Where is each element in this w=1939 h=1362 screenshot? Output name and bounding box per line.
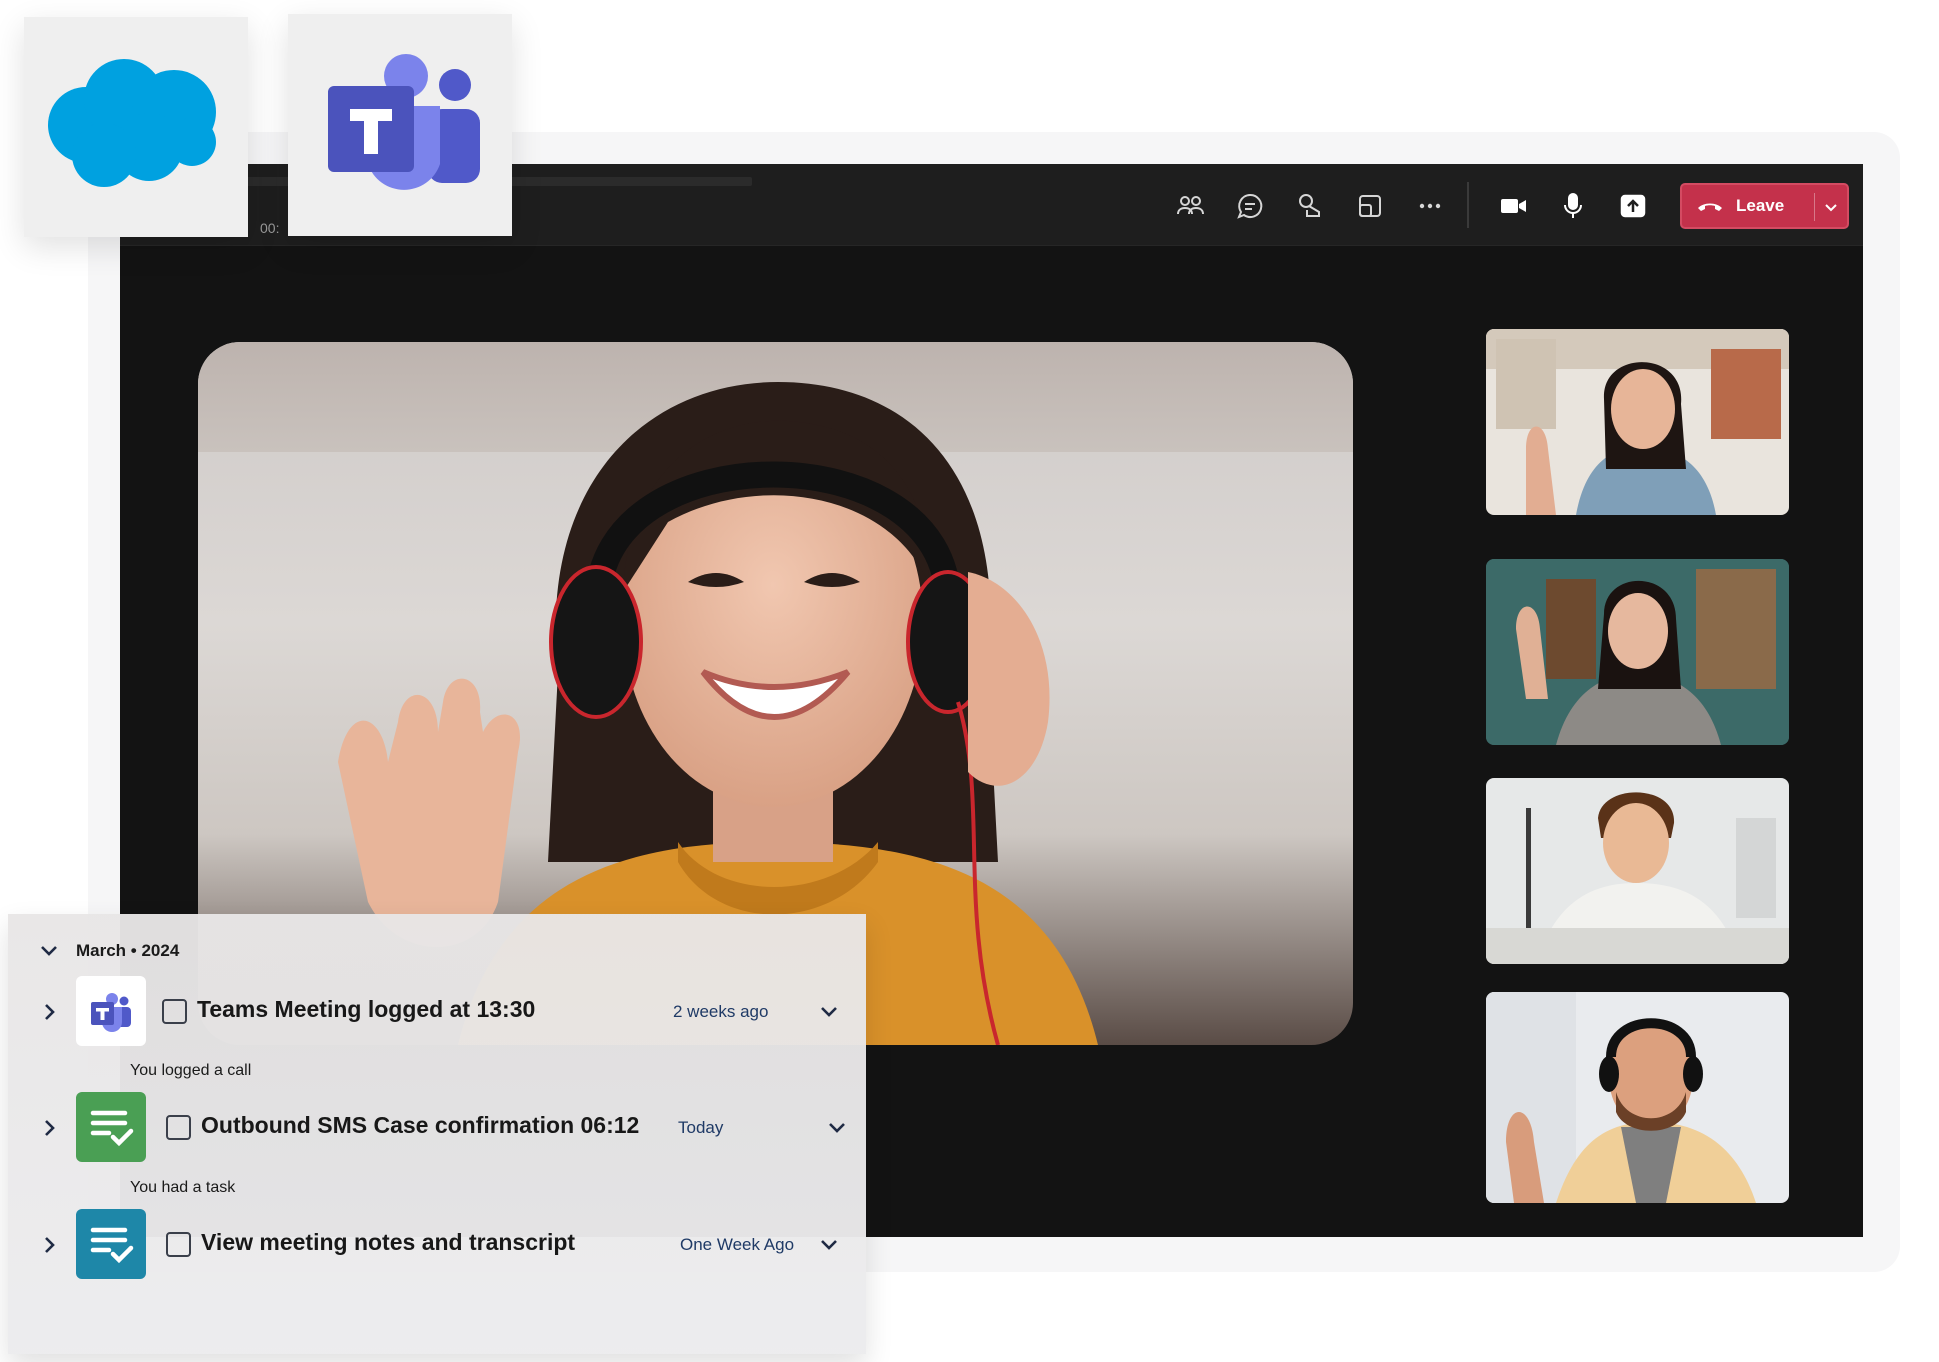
chevron-down-icon[interactable] (1822, 198, 1840, 216)
participant-tile-4[interactable] (1486, 992, 1789, 1203)
chat-icon[interactable] (1232, 188, 1268, 224)
participant-man-office-image (1486, 778, 1789, 964)
item-checkbox[interactable] (166, 1115, 191, 1140)
timeline-item-title[interactable]: View meeting notes and transcript (201, 1229, 575, 1256)
toolbar-divider (1467, 182, 1469, 228)
task-icon (76, 1092, 146, 1162)
timeline-item-outbound-sms: Outbound SMS Case confirmation 06:12 Tod… (8, 1092, 866, 1164)
timeline-item-meeting-notes: View meeting notes and transcript One We… (8, 1209, 866, 1281)
participant-tile-3[interactable] (1486, 778, 1789, 964)
timeline-group-header[interactable]: March • 2024 (38, 940, 179, 962)
hang-up-icon (1698, 203, 1722, 211)
view-icon[interactable] (1352, 188, 1388, 224)
chevron-down-icon[interactable] (818, 1001, 840, 1023)
participant-man-headset-image (1486, 992, 1789, 1203)
microsoft-teams-icon (328, 54, 480, 190)
participant-woman-waving-image (1486, 329, 1789, 515)
leave-button[interactable]: Leave (1680, 183, 1849, 229)
chevron-right-icon[interactable] (40, 1235, 60, 1255)
react-icon[interactable] (1292, 188, 1328, 224)
camera-icon[interactable] (1495, 188, 1531, 224)
timeline-item-subtitle: You had a task (130, 1179, 236, 1196)
mic-icon[interactable] (1555, 188, 1591, 224)
task-icon (76, 1209, 146, 1279)
timeline-item-date: 2 weeks ago (673, 1002, 769, 1021)
meeting-timer: 00: (260, 220, 280, 236)
chevron-right-icon[interactable] (40, 1002, 60, 1022)
item-checkbox[interactable] (166, 1232, 191, 1257)
timeline-item-teams-meeting: Teams Meeting logged at 13:30 2 weeks ag… (8, 976, 866, 1048)
timeline-item-date: Today (678, 1118, 724, 1137)
timeline-item-subtitle: You logged a call (130, 1062, 252, 1079)
teams-icon (76, 976, 146, 1046)
participant-tile-1[interactable] (1486, 329, 1789, 515)
activity-timeline-panel: March • 2024 Teams Meeting logged at 13:… (8, 914, 866, 1354)
timeline-item-title[interactable]: Outbound SMS Case confirmation 06:12 (201, 1112, 639, 1139)
timeline-item-date: One Week Ago (680, 1235, 795, 1254)
leave-divider (1814, 193, 1815, 221)
salesforce-cloud-icon (48, 59, 216, 187)
chevron-down-icon[interactable] (38, 940, 60, 962)
timeline-group-label: March • 2024 (76, 941, 180, 960)
salesforce-logo-card (24, 17, 248, 237)
share-icon[interactable] (1615, 188, 1651, 224)
teams-logo-card (288, 14, 512, 236)
more-icon[interactable] (1412, 188, 1448, 224)
people-icon[interactable] (1172, 188, 1208, 224)
chevron-down-icon[interactable] (826, 1117, 848, 1139)
chevron-down-icon[interactable] (818, 1234, 840, 1256)
item-checkbox[interactable] (162, 999, 187, 1024)
chevron-right-icon[interactable] (40, 1118, 60, 1138)
participant-tile-2[interactable] (1486, 559, 1789, 745)
leave-label: Leave (1736, 196, 1785, 215)
timeline-item-title[interactable]: Teams Meeting logged at 13:30 (197, 996, 535, 1023)
participant-woman-office-image (1486, 559, 1789, 745)
